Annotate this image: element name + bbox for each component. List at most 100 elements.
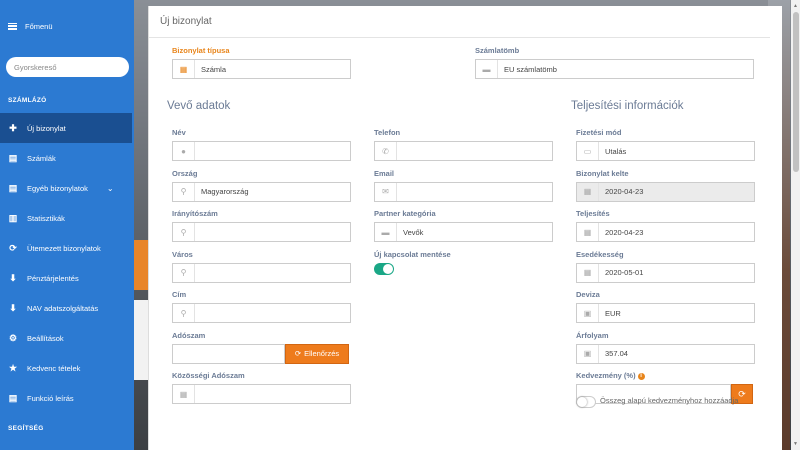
- building-icon: ▦: [173, 385, 195, 403]
- currency-select[interactable]: ▣ EUR: [576, 303, 755, 323]
- block-label: Számlatömb: [475, 46, 520, 55]
- refresh-icon: ⟳: [294, 349, 302, 358]
- city-value: [195, 264, 350, 282]
- discount-label: Kedvezmény (%): [576, 371, 636, 380]
- exchange-rate-value: 357.04: [605, 349, 628, 358]
- phone-icon: ✆: [375, 142, 397, 160]
- address-field[interactable]: ⚲: [172, 303, 351, 323]
- quick-search-wrap: [0, 52, 134, 77]
- fulfilment-date-value: 2020-04-23: [605, 227, 644, 237]
- name-label: Név: [172, 128, 186, 137]
- sidebar: Főmenü SZÁMLÁZÓ ✚ Új bizonylat ▤ Számlák…: [0, 0, 134, 450]
- fulfilment-date-field[interactable]: ▦ 2020-04-23: [576, 222, 755, 242]
- due-date-field[interactable]: ▦ 2020-05-01: [576, 262, 755, 283]
- new-document-card: Új bizonylat Bizonylat típusa ▦ Számla S…: [148, 6, 782, 450]
- hamburger-icon: [8, 22, 17, 30]
- sidebar-item-settings[interactable]: ⚙ Beállítások: [0, 323, 134, 353]
- sidebar-item-invoices[interactable]: ▤ Számlák: [0, 143, 134, 173]
- scroll-up-arrow-icon[interactable]: ▲: [793, 3, 798, 9]
- download-icon: ⬇: [9, 272, 17, 283]
- exchange-rate-label: Árfolyam: [576, 330, 609, 340]
- city-label: Város: [172, 249, 193, 259]
- eu-tax-value: [195, 385, 350, 403]
- envelope-icon: ✉: [375, 182, 397, 201]
- save-contact-label: Új kapcsolat mentése: [374, 249, 451, 259]
- issue-date-value: 2020-04-23: [599, 182, 754, 201]
- tax-label: Adószam: [172, 330, 206, 340]
- email-field[interactable]: ✉: [374, 181, 553, 202]
- buyer-column-left: Név ● Ország ⚲ Magyarország Irányítószám…: [172, 128, 351, 412]
- scrollbar-thumb[interactable]: [792, 12, 799, 172]
- sidebar-item-statistics[interactable]: ▥ Statisztikák: [0, 203, 134, 233]
- country-value: Magyarország: [201, 187, 249, 196]
- page-scrollbar[interactable]: ▲ ▼: [791, 0, 800, 450]
- block-select[interactable]: ▬ EU számlatömb: [475, 59, 754, 79]
- save-contact-toggle[interactable]: [374, 262, 394, 275]
- sidebar-item-nav-data[interactable]: ⬇ NAV adatszolgáltatás: [0, 293, 134, 323]
- zip-label: Irányítószám: [172, 209, 218, 218]
- calendar-icon: ▦: [577, 182, 599, 201]
- name-field[interactable]: ●: [172, 141, 351, 161]
- sidebar-item-label: Ütemezett bizonylatok: [27, 243, 101, 253]
- tax-check-button[interactable]: ⟳ Ellenőrzés: [285, 343, 349, 364]
- amount-discount-toggle[interactable]: [576, 395, 596, 408]
- download-icon: ⬇: [9, 302, 17, 313]
- fulfillment-column: Fizetési mód ▭ Utalás Bizonylat kelte ▦ …: [576, 128, 755, 408]
- email-value: [397, 183, 552, 201]
- address-label: Cím: [172, 290, 187, 299]
- sidebar-item-new-document[interactable]: ✚ Új bizonylat: [0, 113, 134, 143]
- exchange-rate-field[interactable]: ▣ 357.04: [576, 343, 755, 364]
- plus-icon: ✚: [9, 122, 17, 133]
- partner-category-value: Vevők: [403, 227, 424, 237]
- refresh-icon: ⟳: [9, 242, 17, 253]
- scroll-down-arrow-icon[interactable]: ▼: [793, 441, 798, 447]
- email-label: Email: [374, 168, 395, 178]
- country-label: Ország: [172, 168, 198, 178]
- amount-discount-label: Összeg alapú kedvezményhoz hozzáadja: [600, 396, 739, 405]
- city-field[interactable]: ⚲: [172, 262, 351, 283]
- sidebar-item-label: Pénztárjelentés: [27, 273, 79, 283]
- sidebar-item-other-documents[interactable]: ▤ Egyéb bizonylatok ⌄: [0, 173, 134, 203]
- user-icon: ●: [173, 142, 195, 160]
- money-icon: ▣: [577, 304, 599, 322]
- chevron-down-icon: ⌄: [106, 183, 114, 193]
- sidebar-section-billing: SZÁMLÁZÓ: [8, 97, 47, 104]
- country-field[interactable]: ⚲ Magyarország: [172, 181, 351, 202]
- doc-type-group: Bizonylat típusa ▦ Számla: [172, 46, 351, 79]
- zip-field[interactable]: ⚲: [172, 222, 351, 242]
- sidebar-item-label: NAV adatszolgáltatás: [27, 303, 99, 313]
- money-icon: ▣: [577, 344, 599, 363]
- phone-field[interactable]: ✆: [374, 141, 553, 161]
- document-icon: ▤: [8, 152, 18, 163]
- currency-label: Deviza: [576, 290, 600, 299]
- sidebar-item-scheduled[interactable]: ⟳ Ütemezett bizonylatok: [0, 233, 134, 263]
- sidebar-item-function-description[interactable]: ▤ Funkció leírás: [0, 383, 134, 413]
- due-date-value: 2020-05-01: [605, 268, 644, 277]
- main-menu-toggle[interactable]: Főmenü: [0, 0, 134, 52]
- sidebar-item-favorites[interactable]: ★ Kedvenc tételek: [0, 353, 134, 383]
- payment-method-select[interactable]: ▭ Utalás: [576, 141, 755, 161]
- tax-value: [173, 345, 284, 363]
- eu-tax-field[interactable]: ▦: [172, 384, 351, 404]
- grid-icon: ▦: [173, 60, 195, 78]
- sidebar-item-cash-report[interactable]: ⬇ Pénztárjelentés: [0, 263, 134, 293]
- phone-value: [397, 142, 552, 160]
- quick-search-input[interactable]: [6, 57, 129, 77]
- map-pin-icon: ⚲: [173, 223, 195, 241]
- page-title: Új bizonylat: [149, 6, 770, 38]
- tax-field[interactable]: [172, 343, 285, 364]
- partner-category-select[interactable]: ▬ Vevők: [374, 222, 553, 242]
- doc-type-value: Számla: [201, 64, 227, 74]
- block-group: Számlatömb ▬ EU számlatömb: [475, 46, 754, 79]
- doc-type-select[interactable]: ▦ Számla: [172, 59, 351, 79]
- folder-icon: ▬: [375, 223, 397, 241]
- due-date-label: Esedékesség: [576, 249, 624, 259]
- buyer-column-right: Telefon ✆ Email ✉ Partner kategória ▬ Ve…: [374, 128, 553, 290]
- fulfillment-heading: Teljesítési információk: [571, 100, 684, 112]
- issue-date-label: Bizonylat kelte: [576, 168, 629, 178]
- sidebar-item-label: Statisztikák: [27, 213, 65, 223]
- info-icon[interactable]: i: [637, 372, 645, 380]
- bar-chart-icon: ▥: [8, 212, 18, 223]
- sidebar-item-label: Egyéb bizonylatok: [27, 183, 88, 193]
- map-pin-icon: ⚲: [173, 304, 195, 322]
